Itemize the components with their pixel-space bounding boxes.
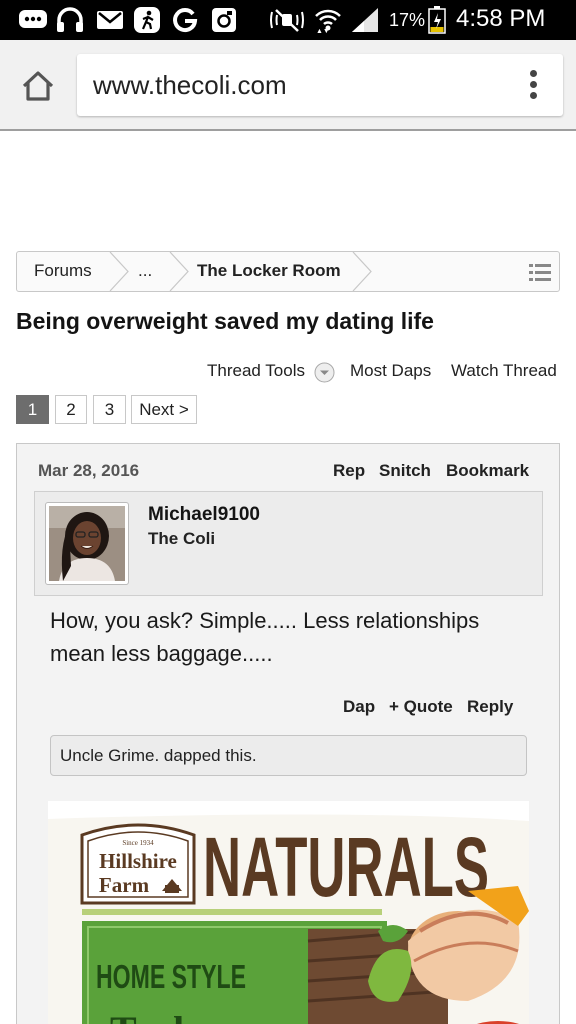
page-1-button[interactable]: 1 xyxy=(16,395,49,424)
breadcrumb-locker-room[interactable]: The Locker Room xyxy=(197,252,341,291)
ad-tagline: HOME STYLE xyxy=(96,958,246,995)
rep-button[interactable]: Rep xyxy=(333,461,365,481)
post: Mar 28, 2016 Rep Snitch Bookmark Michael… xyxy=(16,443,560,1024)
quote-button[interactable]: + Quote xyxy=(389,697,453,717)
page-2-button[interactable]: 2 xyxy=(55,395,87,424)
ad-brand-line1: Hillshire xyxy=(99,849,177,873)
mute-icon xyxy=(268,6,306,34)
browser-toolbar: www.thecoli.com xyxy=(0,40,576,131)
dapped-by-notice: Uncle Grime. dapped this. xyxy=(50,735,527,776)
messenger-icon xyxy=(18,6,48,34)
status-bar: ▲▼ 17% 4:58 PM xyxy=(0,0,576,40)
clock: 4:58 PM xyxy=(456,5,546,32)
dot-icon xyxy=(529,81,537,88)
thread-title: Being overweight saved my dating life xyxy=(16,308,434,334)
breadcrumb: Forums ... The Locker Room xyxy=(16,251,560,292)
user-info: Michael9100 The Coli xyxy=(34,491,543,596)
chevron-right-icon xyxy=(352,252,372,291)
home-icon xyxy=(22,71,54,101)
ad-image: Since 1934 Hillshire Farm NATURALS HOME … xyxy=(48,801,529,1024)
reply-button[interactable]: Reply xyxy=(467,697,513,717)
avatar[interactable] xyxy=(45,502,129,585)
username[interactable]: Michael9100 xyxy=(148,504,260,526)
page-3-button[interactable]: 3 xyxy=(93,395,126,424)
dot-icon xyxy=(529,92,537,99)
bookmark-button[interactable]: Bookmark xyxy=(446,461,529,481)
next-page-button[interactable]: Next > xyxy=(131,395,197,424)
snitch-button[interactable]: Snitch xyxy=(379,461,431,481)
home-button[interactable] xyxy=(18,68,58,104)
ad-since: Since 1934 xyxy=(122,839,154,847)
watch-thread-link[interactable]: Watch Thread xyxy=(451,361,557,381)
overflow-menu-button[interactable] xyxy=(525,70,541,102)
battery-icon xyxy=(428,6,446,34)
wifi-icon: ▲▼ xyxy=(313,6,343,34)
google-icon xyxy=(171,6,199,34)
post-body: How, you ask? Simple..... Less relations… xyxy=(50,608,480,666)
dap-button[interactable]: Dap xyxy=(343,697,375,717)
post-date: Mar 28, 2016 xyxy=(38,461,140,480)
dot-icon xyxy=(529,70,537,77)
svg-text:▲▼: ▲▼ xyxy=(316,28,330,34)
chevron-right-icon xyxy=(169,252,189,291)
mail-icon xyxy=(96,6,124,34)
advertisement[interactable]: Since 1934 Hillshire Farm NATURALS HOME … xyxy=(48,801,529,1024)
breadcrumb-ellipsis[interactable]: ... xyxy=(138,252,152,291)
list-menu-icon[interactable] xyxy=(529,262,551,282)
chevron-down-icon[interactable] xyxy=(314,362,335,383)
ad-partial-text: Turkey xyxy=(110,1008,233,1024)
fitness-icon xyxy=(133,6,161,34)
chevron-right-icon xyxy=(109,252,129,291)
most-daps-link[interactable]: Most Daps xyxy=(350,361,431,381)
headphones-icon xyxy=(55,6,85,34)
instagram-icon xyxy=(210,6,238,34)
breadcrumb-forums[interactable]: Forums xyxy=(34,252,92,291)
battery-percent: 17% xyxy=(389,10,426,30)
thread-tools-button[interactable]: Thread Tools xyxy=(207,361,305,381)
user-title: The Coli xyxy=(148,529,216,548)
signal-icon xyxy=(350,6,380,34)
url-text: www.thecoli.com xyxy=(93,70,287,100)
url-field[interactable]: www.thecoli.com xyxy=(77,54,563,116)
ad-brand-line2: Farm xyxy=(99,873,150,897)
ad-headline: NATURALS xyxy=(203,820,489,914)
avatar-photo xyxy=(49,506,125,581)
